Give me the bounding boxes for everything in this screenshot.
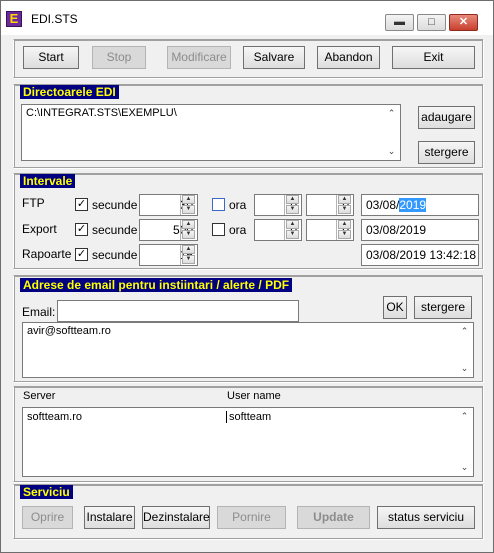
- maximize-button[interactable]: □: [417, 14, 446, 31]
- server-column-header: Server: [23, 390, 56, 402]
- scroll-up-icon[interactable]: ⌃: [456, 323, 473, 340]
- export-hours-label: ora: [229, 223, 247, 237]
- salvare-button[interactable]: Salvare: [243, 46, 305, 69]
- export-minute-spinner[interactable]: ▲ ▼: [336, 220, 351, 240]
- spin-up-icon[interactable]: ▲: [182, 220, 195, 229]
- ftp-date-selected: 2019: [399, 198, 427, 212]
- export-seconds-checkbox[interactable]: ✓: [75, 223, 88, 236]
- stop-button[interactable]: Stop: [92, 46, 146, 69]
- server-cell[interactable]: softteam.ro: [27, 411, 82, 423]
- scroll-up-icon[interactable]: ⌃: [456, 408, 473, 425]
- minimize-icon: ▬: [394, 16, 405, 28]
- intervals-title: Intervale: [20, 174, 76, 188]
- service-group: Serviciu Oprire Instalare Dezinstalare P…: [13, 484, 483, 539]
- servers-grid[interactable]: softteam.ro softteam ⌃ ⌄: [22, 407, 474, 477]
- export-seconds-label: secunde: [92, 223, 138, 237]
- ftp-seconds-checkbox[interactable]: ✓: [75, 198, 88, 211]
- username-column-header: User name: [227, 390, 281, 402]
- exit-button[interactable]: Exit: [392, 46, 475, 69]
- spin-up-icon[interactable]: ▲: [286, 195, 299, 204]
- export-seconds-spinner[interactable]: ▲ ▼: [180, 220, 195, 240]
- email-ok-button[interactable]: OK: [383, 296, 407, 319]
- directories-scrollbar[interactable]: ⌃ ⌄: [383, 105, 400, 160]
- spin-down-icon[interactable]: ▼: [286, 230, 299, 239]
- main-window: E EDI.STS ▬ □ ✕ Start Stop Modificare Sa…: [0, 0, 494, 553]
- intervals-group: Intervale FTP ✓ secunde 30 ▲▼ ora 0 ▲▼ 0…: [13, 173, 483, 269]
- export-date-value: 03/08/2019: [366, 223, 427, 237]
- email-group: Adrese de email pentru instiintari / ale…: [13, 275, 483, 382]
- spin-up-icon[interactable]: ▲: [338, 195, 351, 204]
- email-scrollbar[interactable]: ⌃ ⌄: [456, 323, 473, 377]
- directory-add-button[interactable]: adaugare: [418, 106, 475, 129]
- username-cell[interactable]: softteam: [226, 411, 271, 423]
- email-label: Email:: [22, 305, 56, 319]
- scroll-up-icon[interactable]: ⌃: [383, 105, 400, 122]
- ftp-date-prefix: 03/08/: [366, 198, 400, 212]
- email-list[interactable]: avir@softteam.ro ⌃ ⌄: [22, 322, 474, 378]
- ftp-date-field[interactable]: 03/08/2019: [361, 194, 479, 216]
- ftp-seconds-spinner[interactable]: ▲ ▼: [180, 195, 195, 215]
- close-icon: ✕: [458, 16, 469, 28]
- rapoarte-seconds-label: secunde: [92, 248, 138, 262]
- oprire-button[interactable]: Oprire: [22, 506, 73, 529]
- toolbar-group: Start Stop Modificare Salvare Abandon Ex…: [13, 39, 483, 78]
- dezinstalare-button[interactable]: Dezinstalare: [142, 506, 210, 529]
- start-button[interactable]: Start: [23, 46, 79, 69]
- instalare-button[interactable]: Instalare: [84, 506, 135, 529]
- spin-down-icon[interactable]: ▼: [338, 205, 351, 214]
- rapoarte-seconds-checkbox[interactable]: ✓: [75, 248, 88, 261]
- spin-up-icon[interactable]: ▲: [286, 220, 299, 229]
- rapoarte-datetime-field[interactable]: 03/08/2019 13:42:18: [361, 244, 479, 266]
- window-title: EDI.STS: [31, 12, 78, 26]
- update-button[interactable]: Update: [297, 506, 370, 529]
- title-bar: E EDI.STS ▬ □ ✕: [1, 1, 493, 35]
- pornire-button[interactable]: Pornire: [217, 506, 286, 529]
- scroll-down-icon[interactable]: ⌄: [456, 360, 473, 377]
- export-date-field[interactable]: 03/08/2019: [361, 219, 479, 241]
- export-hours-checkbox[interactable]: [212, 223, 225, 236]
- directory-item[interactable]: C:\INTEGRAT.STS\EXEMPLU\: [26, 107, 396, 119]
- rapoarte-seconds-spinner[interactable]: ▲ ▼: [180, 245, 195, 265]
- servers-group: Server User name softteam.ro softteam ⌃ …: [13, 386, 483, 482]
- scroll-down-icon[interactable]: ⌄: [456, 459, 473, 476]
- spin-up-icon[interactable]: ▲: [182, 195, 195, 204]
- spin-down-icon[interactable]: ▼: [182, 230, 195, 239]
- ftp-hours-label: ora: [229, 198, 247, 212]
- ftp-hours-checkbox[interactable]: [212, 198, 225, 211]
- close-button[interactable]: ✕: [449, 14, 478, 31]
- directories-title: Directoarele EDI: [20, 85, 119, 99]
- abandon-button[interactable]: Abandon: [317, 46, 380, 69]
- rapoarte-datetime-value: 03/08/2019 13:42:18: [366, 248, 477, 262]
- spin-down-icon[interactable]: ▼: [182, 205, 195, 214]
- spin-up-icon[interactable]: ▲: [338, 220, 351, 229]
- spin-down-icon[interactable]: ▼: [286, 205, 299, 214]
- spin-down-icon[interactable]: ▼: [338, 230, 351, 239]
- scroll-down-icon[interactable]: ⌄: [383, 143, 400, 160]
- spin-down-icon[interactable]: ▼: [182, 255, 195, 264]
- minimize-button[interactable]: ▬: [385, 14, 414, 31]
- export-hour-spinner[interactable]: ▲ ▼: [284, 220, 299, 240]
- modificare-button[interactable]: Modificare: [167, 46, 231, 69]
- rapoarte-label: Rapoarte: [22, 247, 72, 261]
- status-serviciu-button[interactable]: status serviciu: [377, 506, 475, 529]
- app-icon: E: [6, 11, 22, 27]
- email-title: Adrese de email pentru instiintari / ale…: [20, 278, 293, 292]
- export-label: Export: [22, 222, 57, 236]
- email-delete-button[interactable]: stergere: [414, 296, 472, 319]
- directories-group: Directoarele EDI C:\INTEGRAT.STS\EXEMPLU…: [13, 84, 483, 168]
- directories-list[interactable]: C:\INTEGRAT.STS\EXEMPLU\ ⌃ ⌄: [21, 104, 401, 161]
- ftp-hour-spinner[interactable]: ▲ ▼: [284, 195, 299, 215]
- directory-delete-button[interactable]: stergere: [418, 141, 475, 164]
- service-title: Serviciu: [20, 485, 73, 499]
- ftp-label: FTP: [22, 196, 45, 210]
- ftp-seconds-label: secunde: [92, 198, 138, 212]
- email-item[interactable]: avir@softteam.ro: [27, 325, 469, 337]
- ftp-minute-spinner[interactable]: ▲ ▼: [336, 195, 351, 215]
- spin-up-icon[interactable]: ▲: [182, 245, 195, 254]
- servers-scrollbar[interactable]: ⌃ ⌄: [456, 408, 473, 476]
- email-input[interactable]: [57, 300, 299, 322]
- maximize-icon: □: [428, 16, 435, 28]
